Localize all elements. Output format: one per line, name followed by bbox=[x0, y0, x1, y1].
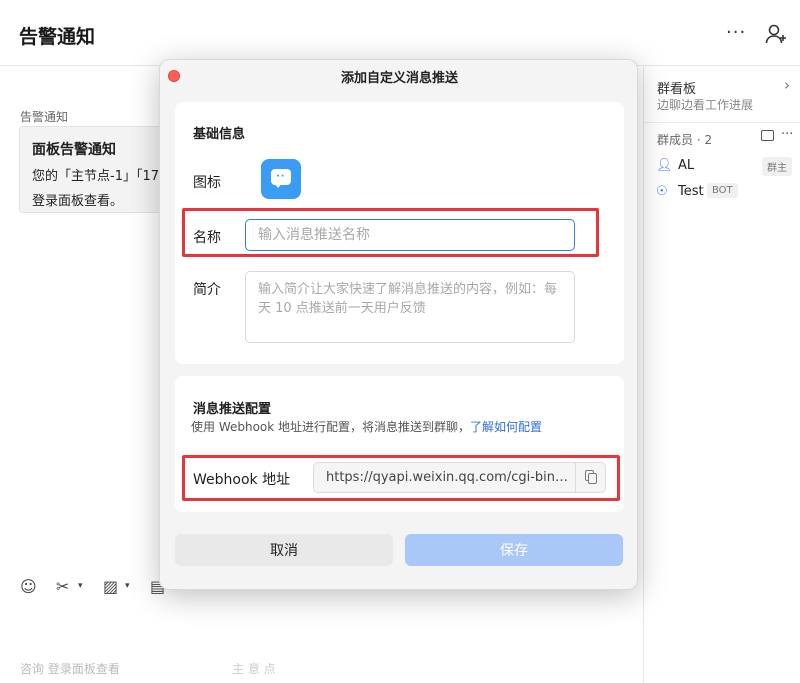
mail-icon[interactable] bbox=[761, 130, 774, 141]
chevron-right-icon[interactable]: › bbox=[784, 76, 790, 94]
member-item[interactable]: 👤︎ AL 群主 bbox=[656, 156, 796, 176]
chat-bubble-tail bbox=[274, 183, 282, 188]
user-icon: 👤︎ bbox=[656, 158, 673, 173]
message-card-title: 面板告警通知 bbox=[32, 142, 116, 158]
group-board-subtitle: 边聊边看工作进展 bbox=[657, 98, 754, 112]
add-user-icon[interactable] bbox=[764, 22, 788, 46]
more-icon[interactable]: ··· bbox=[726, 22, 746, 43]
webhook-url-value: https://qyapi.weixin.qq.com/cgi-bin/... bbox=[326, 470, 570, 485]
composer-preview-text: 主 意 点 bbox=[232, 662, 276, 676]
message-sender: 告警通知 bbox=[20, 110, 69, 124]
chevron-down-icon[interactable]: ▾ bbox=[78, 581, 83, 591]
name-input[interactable] bbox=[245, 219, 575, 251]
section-title: 基础信息 bbox=[193, 127, 246, 142]
member-role-badge: BOT bbox=[707, 183, 738, 198]
chat-title: 告警通知 bbox=[19, 26, 96, 48]
copy-icon bbox=[588, 473, 597, 484]
save-button[interactable]: 保存 bbox=[405, 534, 623, 566]
emoji-icon[interactable]: ☺ bbox=[20, 577, 37, 596]
dialog-title: 添加自定义消息推送 bbox=[340, 71, 458, 86]
image-icon[interactable]: ▨ bbox=[103, 577, 118, 596]
basic-info-section: 基础信息 图标 ·· 名称 简介 bbox=[175, 102, 624, 364]
composer-preview: 咨询 登录面板查看 主 意 点 bbox=[0, 660, 643, 683]
section-title: 消息推送配置 bbox=[193, 402, 272, 417]
message-card-text: 登录面板查看。 bbox=[32, 194, 124, 209]
add-message-push-dialog: 添加自定义消息推送 基础信息 图标 ·· 名称 简介 消息推送配置 使用 Web… bbox=[159, 59, 638, 590]
composer-preview-text: 咨询 登录面板查看 bbox=[20, 662, 120, 676]
description-input[interactable] bbox=[245, 271, 575, 343]
more-horizontal-icon[interactable]: ··· bbox=[781, 127, 793, 142]
member-item[interactable]: ☉ Test BOT bbox=[656, 182, 796, 202]
member-name: AL bbox=[678, 158, 695, 173]
chat-header: 告警通知 ··· bbox=[0, 0, 800, 66]
group-board-title[interactable]: 群看板 bbox=[657, 78, 696, 97]
cancel-button[interactable]: 取消 bbox=[175, 534, 393, 566]
bot-icon: ☉ bbox=[656, 184, 668, 199]
chevron-down-icon[interactable]: ▾ bbox=[125, 581, 130, 591]
divider bbox=[644, 122, 800, 123]
group-info-panel: 群看板 边聊边看工作进展 › 群成员 · 2 ··· 👤︎ AL 群主 ☉ Te… bbox=[643, 66, 800, 683]
bubble-dots: ·· bbox=[276, 171, 286, 182]
push-config-section: 消息推送配置 使用 Webhook 地址进行配置，将消息推送到群聊，了解如何配置… bbox=[175, 376, 624, 512]
icon-label: 图标 bbox=[193, 175, 221, 191]
message-card-text: 您的「主节点-1」「17 bbox=[32, 169, 160, 184]
member-name: Test bbox=[678, 184, 704, 199]
name-label: 名称 bbox=[193, 230, 221, 246]
description-label: 简介 bbox=[193, 282, 221, 298]
group-members-label: 群成员 · 2 bbox=[657, 133, 713, 147]
member-role-badge: 群主 bbox=[762, 157, 792, 176]
learn-config-link[interactable]: 了解如何配置 bbox=[470, 420, 542, 434]
message-icon-picker[interactable]: ·· bbox=[261, 159, 301, 199]
copy-button[interactable] bbox=[575, 463, 606, 492]
config-description-text: 使用 Webhook 地址进行配置，将消息推送到群聊， bbox=[191, 420, 471, 434]
webhook-url-field[interactable]: https://qyapi.weixin.qq.com/cgi-bin/... bbox=[313, 462, 606, 493]
webhook-label: Webhook 地址 bbox=[193, 472, 291, 488]
config-description: 使用 Webhook 地址进行配置，将消息推送到群聊，了解如何配置 bbox=[191, 418, 542, 435]
scissors-icon[interactable]: ✂ bbox=[56, 577, 69, 596]
